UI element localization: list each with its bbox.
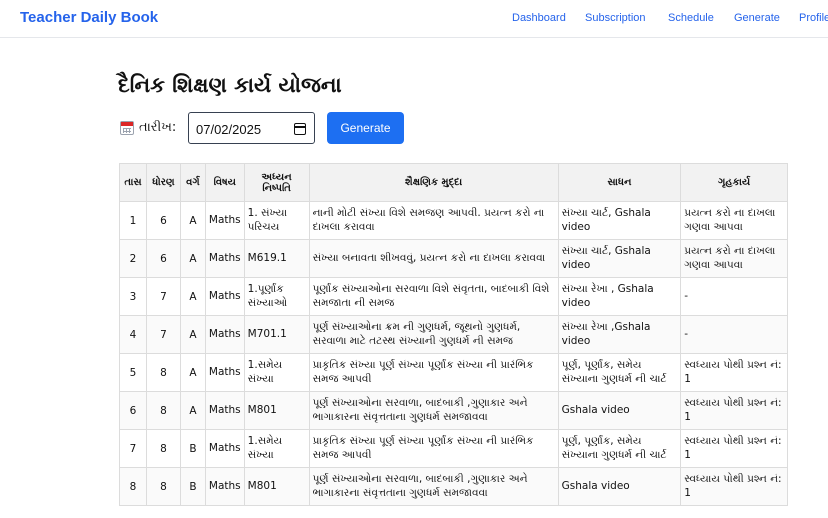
cell-period: 3 [119,277,147,316]
cell-standard: 7 [145,315,181,354]
nav-generate[interactable]: Generate [734,12,780,24]
date-value: 07/02/2025 [196,122,262,137]
cell-class: B [179,429,206,468]
cell-resources: સંખ્યા ચાર્ટ, Gshala video [557,239,682,278]
table-row: 5 8 A Maths 1.સમેય સંખ્યા પ્રાકૃતિક સંખ્યા પૂ… [119,353,788,392]
cell-homework: - [680,315,788,354]
cell-resources: સંખ્યા રેખા ,Gshala video [557,315,682,354]
cell-period: 7 [119,429,147,468]
cell-standard: 6 [145,201,181,240]
calendar-icon [120,121,134,135]
cell-learning-outcome: 1.પૂર્ણાંક સંખ્યાઓ [243,277,310,316]
cell-period: 5 [119,353,147,392]
cell-period: 2 [119,239,147,278]
cell-learning-outcome: M801 [243,391,310,430]
header-homework: ગૃહકાર્ય [680,163,788,202]
date-input[interactable]: 07/02/2025 [188,112,315,144]
cell-subject: Maths [204,277,245,316]
cell-subject: Maths [204,201,245,240]
date-picker-icon[interactable] [294,123,306,135]
cell-resources: Gshala video [557,391,682,430]
cell-teaching-points: પૂર્ણાંક સંખ્યાઓના સરવાળા વિશે સંવૃતતા, … [308,277,559,316]
brand-logo[interactable]: Teacher Daily Book [20,9,158,26]
cell-resources: પૂર્ણ, પૂર્ણાંક, સમેય સંખ્યાના ગુણધર્મ ન… [557,429,682,468]
lesson-plan-table: તાસ ધોરણ વર્ગ વિષય અધ્યન નિષ્પતિ શૈક્ષણિ… [119,163,788,506]
cell-resources: સંખ્યા રેખા , Gshala video [557,277,682,316]
cell-resources: Gshala video [557,467,682,506]
table-row: 6 8 A Maths M801 પૂર્ણ સંખ્યાઓના સરવાળા, બાદબ… [119,391,788,430]
cell-learning-outcome: M619.1 [243,239,310,278]
header-standard: ધોરણ [145,163,181,202]
cell-subject: Maths [204,315,245,354]
cell-teaching-points: પ્રાકૃતિક સંખ્યા પૂર્ણ સંખ્યા પૂર્ણાંક સ… [308,429,559,468]
table-row: 2 6 A Maths M619.1 સંખ્યા બનાવતા શીખવવું, પ્ર… [119,239,788,278]
cell-homework: - [680,277,788,316]
cell-homework: સ્વધ્યાય પોથી પ્રશ્ન નં: 1 [680,467,788,506]
cell-learning-outcome: 1.સમેય સંખ્યા [243,353,310,392]
cell-homework: સ્વધ્યાય પોથી પ્રશ્ન નં: 1 [680,353,788,392]
table-row: 8 8 B Maths M801 પૂર્ણ સંખ્યાઓના સરવાળા, બાદબ… [119,467,788,506]
cell-period: 1 [119,201,147,240]
cell-subject: Maths [204,467,245,506]
table-row: 3 7 A Maths 1.પૂર્ણાંક સંખ્યાઓ પૂર્ણાંક સંખ્ય… [119,277,788,316]
header-learning-outcome: અધ્યન નિષ્પતિ [243,163,310,202]
cell-homework: પ્રયત્ન કરો ના દાખલા ગણવા આપવા [680,239,788,278]
cell-class: A [179,201,206,240]
table-row: 7 8 B Maths 1.સમેય સંખ્યા પ્રાકૃતિક સંખ્યા પૂ… [119,429,788,468]
header-period: તાસ [119,163,147,202]
cell-resources: પૂર્ણ, પૂર્ણાંક, સમેય સંખ્યાના ગુણધર્મ ન… [557,353,682,392]
cell-period: 4 [119,315,147,354]
cell-teaching-points: નાની મોટી સંખ્યા વિશે સમજણ આપવી. પ્રયત્ન… [308,201,559,240]
nav-schedule[interactable]: Schedule [668,12,714,24]
cell-subject: Maths [204,239,245,278]
cell-class: A [179,277,206,316]
cell-learning-outcome: 1. સંખ્યા પરિચય [243,201,310,240]
cell-teaching-points: પૂર્ણ સંખ્યાઓના ક્રમ ની ગુણધર્મ, જૂથનો ગ… [308,315,559,354]
cell-class: A [179,353,206,392]
cell-standard: 8 [145,391,181,430]
cell-class: A [179,315,206,354]
navbar: Teacher Daily Book Dashboard Subscriptio… [0,0,828,38]
table-row: 4 7 A Maths M701.1 પૂર્ણ સંખ્યાઓના ક્રમ ની ગુ… [119,315,788,354]
cell-standard: 8 [145,467,181,506]
cell-learning-outcome: M801 [243,467,310,506]
cell-teaching-points: પૂર્ણ સંખ્યાઓના સરવાળા, બાદબાકી ,ગુણાકાર… [308,391,559,430]
cell-resources: સંખ્યા ચાર્ટ, Gshala video [557,201,682,240]
cell-learning-outcome: M701.1 [243,315,310,354]
cell-learning-outcome: 1.સમેય સંખ્યા [243,429,310,468]
header-resources: સાધન [557,163,682,202]
date-label: તારીખ: [139,120,177,135]
table-header-row: તાસ ધોરણ વર્ગ વિષય અધ્યન નિષ્પતિ શૈક્ષણિ… [119,163,788,202]
generate-button[interactable]: Generate [327,112,404,144]
cell-standard: 6 [145,239,181,278]
header-teaching-points: શૈક્ષણિક મુદ્દા [308,163,559,202]
cell-homework: સ્વધ્યાય પોથી પ્રશ્ન નં: 1 [680,429,788,468]
cell-homework: પ્રયત્ન કરો ના દાખલા ગણવા આપવા [680,201,788,240]
cell-homework: સ્વધ્યાય પોથી પ્રશ્ન નં: 1 [680,391,788,430]
cell-period: 6 [119,391,147,430]
cell-subject: Maths [204,353,245,392]
table-row: 1 6 A Maths 1. સંખ્યા પરિચય નાની મોટી સંખ્યા … [119,201,788,240]
header-subject: વિષય [204,163,245,202]
cell-standard: 7 [145,277,181,316]
nav-profile[interactable]: Profile [799,12,828,24]
cell-class: B [179,467,206,506]
cell-teaching-points: પ્રાકૃતિક સંખ્યા પૂર્ણ સંખ્યા પૂર્ણાંક સ… [308,353,559,392]
page-title: દૈનિક શિક્ષણ કાર્ય યોજના [118,73,342,97]
header-class: વર્ગ [179,163,206,202]
cell-teaching-points: પૂર્ણ સંખ્યાઓના સરવાળા, બાદબાકી ,ગુણાકાર… [308,467,559,506]
cell-period: 8 [119,467,147,506]
cell-class: A [179,239,206,278]
cell-teaching-points: સંખ્યા બનાવતા શીખવવું, પ્રયત્ન કરો ના દા… [308,239,559,278]
cell-standard: 8 [145,353,181,392]
cell-standard: 8 [145,429,181,468]
cell-subject: Maths [204,429,245,468]
nav-dashboard[interactable]: Dashboard [512,12,566,24]
nav-subscription[interactable]: Subscription [585,12,646,24]
cell-subject: Maths [204,391,245,430]
cell-class: A [179,391,206,430]
